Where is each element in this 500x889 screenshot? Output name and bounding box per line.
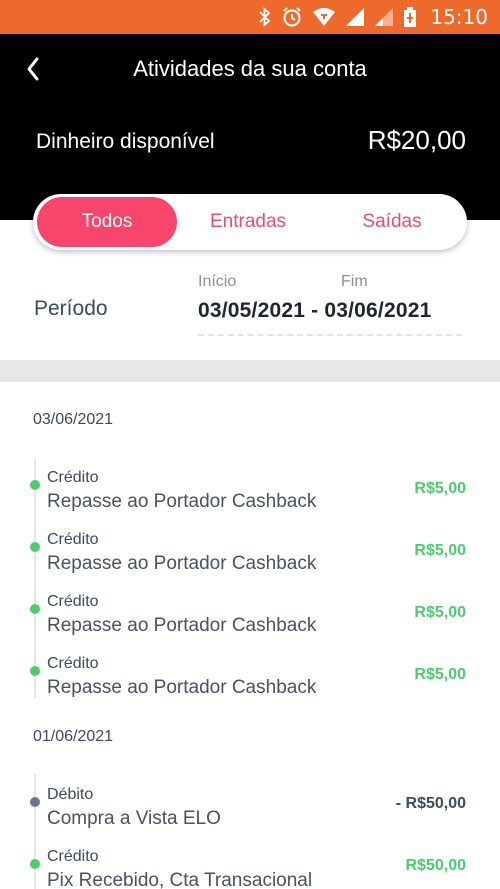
transaction-amount: - R$50,00 (395, 795, 466, 812)
credit-dot-icon (30, 542, 40, 552)
start-date-label: Início (198, 273, 237, 290)
transaction-type: Crédito (47, 848, 99, 865)
end-date-label: Fim (341, 273, 368, 290)
transaction-type: Crédito (47, 593, 99, 610)
debit-dot-icon (30, 797, 40, 807)
date-range-underline (198, 334, 462, 336)
transaction-type: Crédito (47, 655, 99, 672)
timeline-rail (34, 458, 36, 698)
credit-dot-icon (30, 666, 40, 676)
transaction-description: Repasse ao Portador Cashback (47, 491, 317, 512)
transaction-description: Repasse ao Portador Cashback (47, 553, 317, 574)
transaction-type: Crédito (47, 531, 99, 548)
tab-todos[interactable]: Todos (37, 197, 177, 247)
credit-dot-icon (30, 859, 40, 869)
status-time: 15:10 (430, 5, 488, 29)
signal-weak-icon (374, 7, 394, 27)
section-divider (0, 360, 500, 382)
transaction-description: Compra a Vista ELO (47, 808, 221, 829)
balance-label: Dinheiro disponível (36, 130, 215, 153)
status-icons: 15:10 (258, 0, 488, 34)
date-range-field[interactable]: 03/05/2021 - 03/06/2021 (198, 299, 431, 323)
signal-icon (345, 7, 365, 27)
battery-icon (403, 6, 417, 28)
wifi-icon (312, 7, 336, 27)
transaction-description: Repasse ao Portador Cashback (47, 615, 317, 636)
tab-saidas[interactable]: Saídas (327, 197, 457, 247)
header: Atividades da sua conta Dinheiro disponí… (0, 34, 500, 220)
alarm-icon (281, 6, 303, 28)
transaction-amount: R$5,00 (414, 604, 466, 621)
group-date: 01/06/2021 (33, 728, 114, 745)
period-label: Período (34, 297, 108, 320)
bluetooth-icon (258, 7, 272, 27)
timeline-rail (34, 774, 36, 889)
transaction-type: Crédito (47, 469, 99, 486)
filter-tabs: Todos Entradas Saídas (33, 194, 467, 250)
credit-dot-icon (30, 480, 40, 490)
credit-dot-icon (30, 604, 40, 614)
transaction-description: Pix Recebido, Cta Transacional (47, 870, 313, 889)
transaction-amount: R$5,00 (414, 666, 466, 683)
transaction-description: Repasse ao Portador Cashback (47, 677, 317, 698)
transaction-amount: R$5,00 (414, 542, 466, 559)
page-title: Atividades da sua conta (133, 56, 367, 81)
transaction-type: Débito (47, 786, 94, 803)
balance-value: R$20,00 (367, 125, 466, 155)
tab-entradas[interactable]: Entradas (183, 197, 313, 247)
group-date: 03/06/2021 (33, 411, 114, 428)
status-bar: 15:10 (0, 0, 500, 34)
transaction-amount: R$50,00 (405, 857, 467, 874)
transaction-amount: R$5,00 (414, 480, 466, 497)
